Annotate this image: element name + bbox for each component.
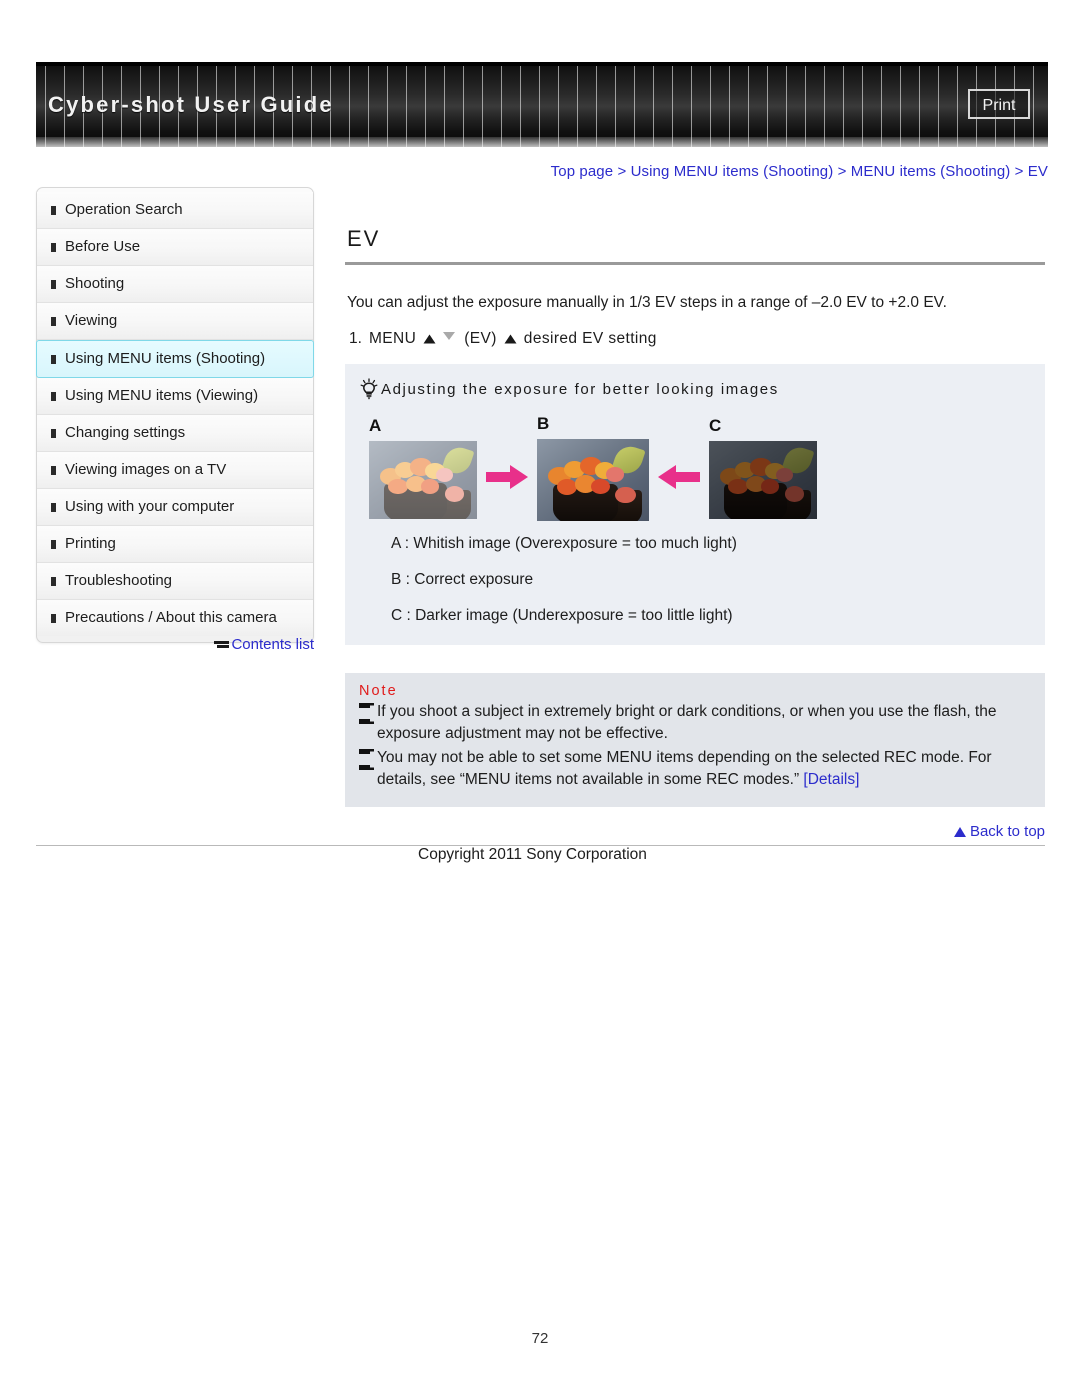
step-tail-label: desired EV setting [523,330,657,348]
main-content: EV You can adjust the exposure manually … [345,226,1045,808]
sidebar-item-using-with-your-computer[interactable]: Using with your computer [37,489,313,526]
note-item: You may not be able to set some MENU ite… [359,747,1029,791]
sidebar-item-shooting[interactable]: Shooting [37,266,313,303]
image-cell-c: C [709,416,817,520]
sidebar-item-operation-search[interactable]: Operation Search [37,192,313,229]
step-instruction: 1. MENU (EV) desired EV setting [349,330,1045,348]
image-label-c: C [709,416,722,436]
sidebar-item-label: Before Use [65,238,141,255]
triangle-up-icon [953,827,966,837]
arrow-right-icon-2 [504,334,517,344]
tip-heading: Adjusting the exposure for better lookin… [381,380,779,398]
sidebar-item-troubleshooting[interactable]: Troubleshooting [37,563,313,600]
bullet-icon [51,206,56,215]
image-cell-b: B [537,414,649,522]
page-number: 72 [531,1330,549,1347]
bullet-icon [51,614,56,623]
sidebar-item-using-menu-items-viewing[interactable]: Using MENU items (Viewing) [37,378,313,415]
sidebar-item-label: Operation Search [65,201,183,218]
breadcrumb[interactable]: Top page > Using MENU items (Shooting) >… [36,163,1048,180]
bullet-icon [51,280,56,289]
note-bullet-icon [359,703,374,725]
sidebar-item-precautions-about-this-camera[interactable]: Precautions / About this camera [37,600,313,636]
sidebar-item-changing-settings[interactable]: Changing settings [37,415,313,452]
document-page: Cyber-shot User Guide Print Top page > U… [0,0,1080,1397]
exposure-comparison-images: A B C [369,414,1025,522]
back-to-top-label[interactable]: Back to top [970,823,1045,840]
header-banner: Cyber-shot User Guide Print [36,62,1048,147]
sidebar-item-label: Using MENU items (Viewing) [65,387,259,404]
arrow-left-pink-icon [658,464,700,489]
arrow-down-icon [443,332,456,341]
bullet-icon [51,355,56,364]
contents-list-icon [214,639,230,650]
breadcrumb-text[interactable]: Top page > Using MENU items (Shooting) >… [551,163,1048,180]
sidebar-item-before-use[interactable]: Before Use [37,229,313,266]
bullet-icon [51,577,56,586]
copyright-text: Copyright 2011 Sony Corporation [418,846,647,863]
sidebar-item-label: Printing [65,535,116,552]
bullet-icon [51,503,56,512]
note-item-body: You may not be able to set some MENU ite… [377,749,992,789]
sidebar-item-label: Changing settings [65,424,186,441]
bullet-icon [51,540,56,549]
note-box: Note If you shoot a subject in extremely… [345,673,1045,808]
photo-overexposed [369,441,477,520]
arrow-right-pink-icon [486,464,528,489]
sidebar-item-label: Using with your computer [65,498,235,515]
sidebar-item-label: Troubleshooting [65,572,173,589]
bullet-icon [51,392,56,401]
step-ev-label: (EV) [464,330,497,348]
note-item: If you shoot a subject in extremely brig… [359,701,1029,745]
sidebar-item-printing[interactable]: Printing [37,526,313,563]
sidebar-item-label: Using MENU items (Shooting) [65,350,266,367]
note-bullet-icon [359,749,374,771]
caption-a: A : Whitish image (Overexposure = too mu… [391,535,737,553]
bullet-icon [51,317,56,326]
sidebar-item-label: Viewing images on a TV [65,461,227,478]
photo-underexposed [709,441,817,520]
photo-correct-exposure [537,439,649,522]
sidebar-item-using-menu-items-shooting[interactable]: Using MENU items (Shooting) [36,340,314,378]
step-number: 1. [349,330,362,348]
contents-list-link[interactable]: Contents list [36,636,314,653]
print-button[interactable]: Print [968,89,1030,119]
bullet-icon [51,243,56,252]
lightbulb-icon [360,378,378,400]
bullet-icon [51,466,56,475]
app-title: Cyber-shot User Guide [48,92,334,117]
sidebar-item-viewing-images-on-a-tv[interactable]: Viewing images on a TV [37,452,313,489]
sidebar-item-label: Precautions / About this camera [65,609,277,626]
image-label-a: A [369,416,382,436]
arrow-right-icon [423,334,436,344]
details-link[interactable]: [Details] [803,771,859,788]
caption-c: C : Darker image (Underexposure = too li… [391,607,733,625]
bullet-icon [51,429,56,438]
sidebar-item-label: Viewing [65,312,118,329]
note-item-text-2: You may not be able to set some MENU ite… [377,747,1029,791]
page-title: EV [347,226,381,251]
sidebar-item-viewing[interactable]: Viewing [37,303,313,340]
contents-list-label[interactable]: Contents list [231,636,314,653]
note-heading: Note [359,683,398,700]
title-divider [345,262,1045,265]
image-label-b: B [537,414,550,434]
image-cell-a: A [369,416,477,520]
note-item-text: If you shoot a subject in extremely brig… [377,703,997,743]
caption-b: B : Correct exposure [391,571,534,589]
back-to-top-link[interactable]: Back to top [345,823,1045,840]
sidebar-item-label: Shooting [65,275,125,292]
tip-box: Adjusting the exposure for better lookin… [345,364,1045,646]
tip-heading-row: Adjusting the exposure for better lookin… [359,378,1025,400]
step-menu-label: MENU [368,330,417,348]
intro-paragraph: You can adjust the exposure manually in … [347,294,947,311]
sidebar-nav: Operation Search Before Use Shooting Viewin… [36,187,314,643]
